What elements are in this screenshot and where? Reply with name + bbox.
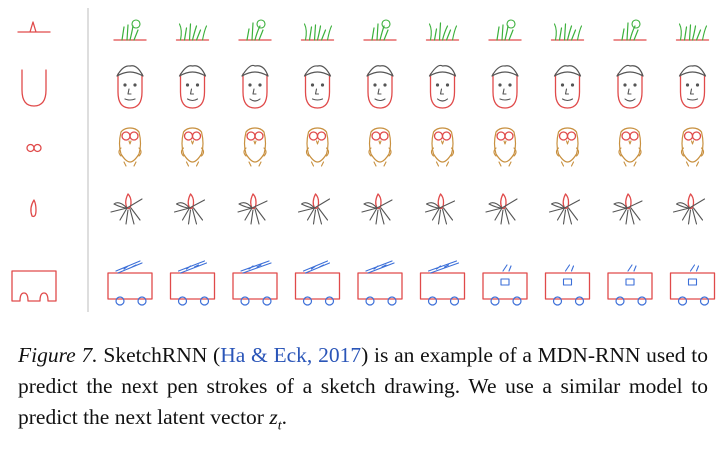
sample-sketch-garden xyxy=(238,19,272,41)
input-sketch-mosquito xyxy=(30,199,37,218)
sample-grid xyxy=(107,19,716,306)
sample-sketch-mosquito xyxy=(424,193,456,225)
sample-sketch-firetruck xyxy=(482,264,528,306)
sample-sketch-face xyxy=(178,65,207,109)
sample-sketch-owl xyxy=(493,127,517,167)
input-sketch-garden xyxy=(17,21,51,33)
caption-end: . xyxy=(281,405,287,429)
sample-sketch-owl xyxy=(118,127,142,167)
latent-variable: zt xyxy=(269,405,281,433)
sample-sketch-owl xyxy=(555,127,580,167)
sample-sketch-garden xyxy=(613,19,647,41)
sample-sketch-firetruck xyxy=(544,264,591,306)
sample-sketch-mosquito xyxy=(237,193,268,225)
input-sketch-firetruck xyxy=(11,270,57,302)
sample-sketch-owl xyxy=(680,127,705,167)
sample-sketch-mosquito xyxy=(297,193,331,225)
sample-sketch-mosquito xyxy=(485,193,518,225)
sample-sketch-garden xyxy=(675,23,710,41)
latent-variable-symbol: z xyxy=(269,405,278,429)
sample-sketch-face xyxy=(428,64,457,109)
sample-sketch-face xyxy=(553,65,582,109)
figure-label: Figure 7. xyxy=(18,343,98,367)
sample-sketch-mosquito xyxy=(173,193,206,225)
sample-sketch-garden xyxy=(113,19,147,41)
sample-sketch-garden xyxy=(488,19,522,41)
sample-sketch-face xyxy=(616,64,644,109)
sample-sketch-garden xyxy=(363,19,397,41)
sample-sketch-garden xyxy=(425,22,460,41)
sample-sketch-mosquito xyxy=(548,193,581,225)
sketch-figure xyxy=(11,8,716,312)
sample-sketch-mosquito xyxy=(612,193,643,225)
sample-sketch-face xyxy=(366,65,394,109)
citation-link[interactable]: Ha & Eck, 2017 xyxy=(220,343,361,367)
sample-sketch-face xyxy=(116,65,144,109)
sample-sketch-face xyxy=(491,65,519,109)
input-column xyxy=(11,21,57,302)
sample-sketch-owl xyxy=(368,127,392,167)
sample-sketch-mosquito xyxy=(361,193,393,225)
citation-separator: , xyxy=(306,343,319,367)
sample-sketch-firetruck xyxy=(669,264,716,306)
sample-sketch-firetruck xyxy=(169,260,216,306)
sample-sketch-firetruck xyxy=(232,260,278,306)
sample-sketch-owl xyxy=(430,127,455,167)
caption-text-before: SketchRNN ( xyxy=(97,343,221,367)
sample-sketch-owl xyxy=(180,127,205,167)
figure-caption: Figure 7. SketchRNN (Ha & Eck, 2017) is … xyxy=(18,340,708,441)
sample-sketch-mosquito xyxy=(672,193,706,225)
sample-sketch-face xyxy=(678,65,707,109)
citation-year: 2017 xyxy=(318,343,362,367)
sample-sketch-face xyxy=(303,65,332,109)
sample-sketch-firetruck xyxy=(607,264,653,306)
sample-sketch-firetruck xyxy=(294,260,341,306)
sample-sketch-face xyxy=(241,64,269,109)
sample-sketch-garden xyxy=(300,23,335,41)
input-sketch-face xyxy=(21,69,47,107)
sample-sketch-mosquito xyxy=(110,193,143,225)
sample-sketch-firetruck xyxy=(357,260,403,306)
sample-sketch-firetruck xyxy=(419,260,466,306)
citation-authors: Ha & Eck xyxy=(220,343,307,367)
sample-sketch-firetruck xyxy=(107,260,153,306)
sample-sketch-garden xyxy=(550,23,585,41)
sample-sketch-garden xyxy=(175,23,210,41)
input-sketch-owl xyxy=(26,143,42,153)
sample-sketch-owl xyxy=(243,127,267,167)
sample-sketch-owl xyxy=(305,127,330,167)
sample-sketch-owl xyxy=(618,127,642,167)
